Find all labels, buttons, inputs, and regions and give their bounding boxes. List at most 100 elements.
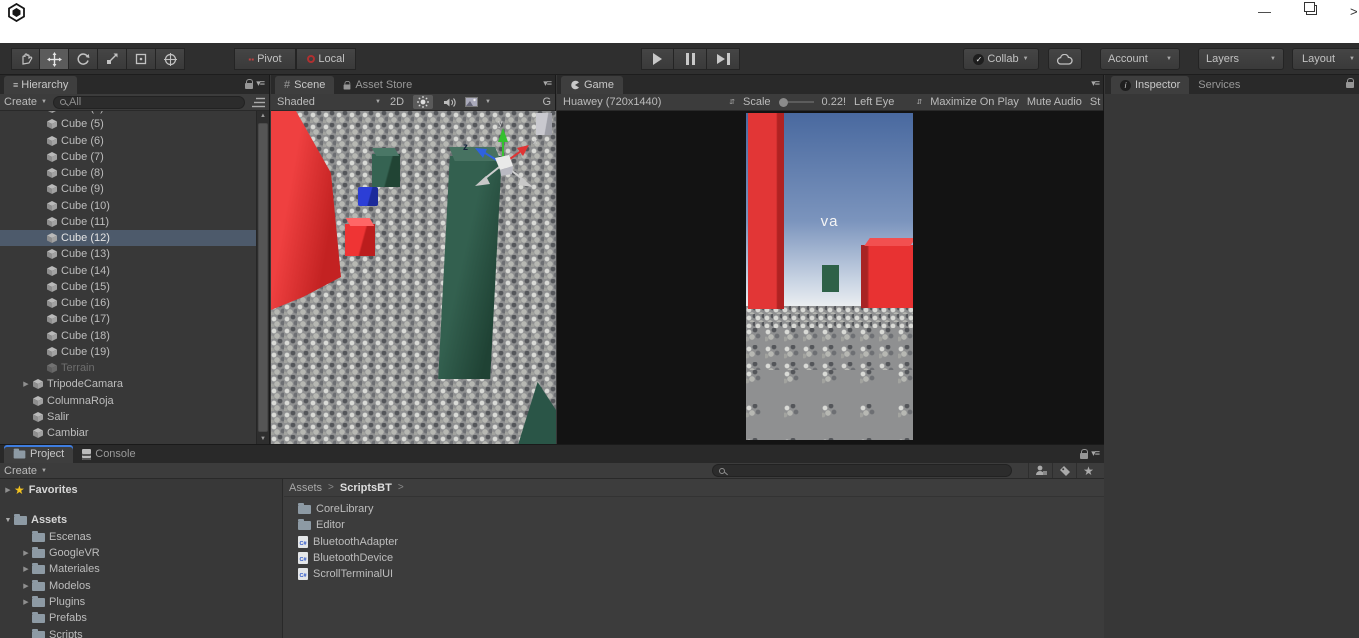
- transform-tool-button[interactable]: [156, 48, 185, 70]
- hierarchy-search-input[interactable]: All: [53, 96, 245, 109]
- eye-dropdown[interactable]: Left Eye⇵: [854, 96, 922, 108]
- hierarchy-item[interactable]: ▶ Cube (11): [0, 214, 256, 230]
- game-viewport[interactable]: va: [557, 111, 1104, 444]
- create-dropdown[interactable]: Create▼: [4, 465, 47, 477]
- mute-audio-toggle[interactable]: Mute Audio: [1027, 96, 1082, 108]
- gizmos-dropdown[interactable]: G: [542, 96, 551, 108]
- search-by-type-button[interactable]: [1028, 463, 1052, 478]
- tab-services[interactable]: Services: [1189, 76, 1249, 94]
- draw-mode-dropdown[interactable]: Shaded▼: [277, 96, 381, 108]
- tab-console[interactable]: Console: [73, 445, 144, 463]
- project-tree-item[interactable]: ▶ GoogleVR: [0, 545, 282, 561]
- maximize-on-play-toggle[interactable]: Maximize On Play: [930, 96, 1019, 108]
- lock-icon[interactable]: [1080, 453, 1088, 459]
- play-button[interactable]: [641, 48, 674, 70]
- hierarchy-scrollbar[interactable]: ▲ ▼: [256, 111, 269, 444]
- hierarchy-item[interactable]: ▶ Cube (15): [0, 279, 256, 295]
- slider-knob[interactable]: [779, 98, 788, 107]
- hierarchy-item[interactable]: ▶ Cube (10): [0, 198, 256, 214]
- hierarchy-item[interactable]: ▶ Cube (12): [0, 230, 256, 246]
- scene-viewport[interactable]: y x z: [271, 111, 556, 444]
- tab-inspector[interactable]: i Inspector: [1111, 76, 1189, 94]
- hand-tool-button[interactable]: [11, 48, 40, 70]
- hierarchy-item[interactable]: ▶ Salir: [0, 409, 256, 425]
- pivot-toggle-button[interactable]: ▪▪ Pivot: [234, 48, 296, 70]
- hierarchy-item[interactable]: ▶ Cube (19): [0, 344, 256, 360]
- project-file-item[interactable]: ScrollTerminalUI: [284, 566, 1104, 582]
- project-tree-item[interactable]: ▶ Prefabs: [0, 610, 282, 626]
- tab-asset-store[interactable]: Asset Store: [334, 76, 421, 94]
- scale-tool-button[interactable]: [98, 48, 127, 70]
- tab-hierarchy[interactable]: ≡ Hierarchy: [4, 76, 77, 94]
- account-dropdown[interactable]: Account▼: [1100, 48, 1180, 70]
- project-file-item[interactable]: BluetoothDevice: [284, 550, 1104, 566]
- hierarchy-item[interactable]: ▶ TripodeCamara: [0, 376, 256, 392]
- rotate-tool-button[interactable]: [69, 48, 98, 70]
- expand-arrow[interactable]: ▶: [20, 582, 32, 590]
- expand-arrow[interactable]: ▶: [2, 486, 14, 494]
- lock-icon[interactable]: [1346, 82, 1354, 88]
- hierarchy-item[interactable]: ▶ Cube (16): [0, 295, 256, 311]
- breadcrumb-root[interactable]: Assets: [289, 482, 322, 494]
- move-tool-button[interactable]: [40, 48, 69, 70]
- project-file-item[interactable]: CoreLibrary: [284, 501, 1104, 517]
- scroll-up-icon[interactable]: ▲: [257, 113, 269, 119]
- layers-dropdown[interactable]: Layers▼: [1198, 48, 1284, 70]
- lighting-toggle[interactable]: [413, 95, 433, 109]
- audio-toggle[interactable]: [439, 95, 459, 109]
- hierarchy-item[interactable]: ▶ Cube (6): [0, 133, 256, 149]
- lock-icon[interactable]: [245, 83, 253, 89]
- move-gizmo[interactable]: y x z: [455, 114, 547, 202]
- stats-toggle[interactable]: St: [1090, 96, 1100, 108]
- hierarchy-item[interactable]: ▶ Cube (9): [0, 181, 256, 197]
- 2d-toggle[interactable]: 2D: [387, 95, 407, 109]
- hierarchy-item[interactable]: ▶ Cube (18): [0, 328, 256, 344]
- create-dropdown[interactable]: Create▼: [4, 96, 47, 108]
- expand-arrow[interactable]: ▶: [20, 549, 32, 557]
- hierarchy-item[interactable]: ▶ ColumnaRoja: [0, 393, 256, 409]
- pause-button[interactable]: [674, 48, 707, 70]
- project-tree-item[interactable]: ▶ Materiales: [0, 561, 282, 577]
- expand-arrow[interactable]: ▶: [20, 598, 32, 606]
- scroll-down-icon[interactable]: ▼: [257, 436, 269, 442]
- assets-root[interactable]: ▼ Assets: [0, 512, 282, 528]
- step-button[interactable]: [707, 48, 740, 70]
- hierarchy-item[interactable]: ▶ Cube (5): [0, 116, 256, 132]
- x-axis-arrow[interactable]: [517, 145, 529, 156]
- project-tree-item[interactable]: ▶ Scripts: [0, 626, 282, 638]
- panel-menu-icon[interactable]: ▾≡: [543, 78, 551, 89]
- resolution-dropdown[interactable]: Huawey (720x1440)⇵: [563, 96, 735, 108]
- panel-menu-icon[interactable]: ▾≡: [1091, 78, 1099, 89]
- favorites-root[interactable]: ▶ ★ Favorites: [0, 482, 282, 498]
- collab-dropdown[interactable]: ✓ Collab▼: [963, 48, 1039, 70]
- local-toggle-button[interactable]: Local: [296, 48, 356, 70]
- effects-dropdown[interactable]: ▼: [465, 95, 491, 109]
- y-axis-arrow[interactable]: [498, 128, 508, 142]
- cloud-button[interactable]: [1048, 48, 1082, 70]
- tab-game[interactable]: Game: [561, 76, 623, 94]
- hierarchy-item[interactable]: ▶ Cube (13): [0, 246, 256, 262]
- panel-menu-icon[interactable]: ▾≡: [256, 78, 264, 89]
- project-file-item[interactable]: Editor: [284, 517, 1104, 533]
- project-file-item[interactable]: BluetoothAdapter: [284, 534, 1104, 550]
- filter-icon[interactable]: [251, 97, 265, 108]
- z-axis-arrow[interactable]: [475, 148, 487, 158]
- project-search-input[interactable]: [712, 464, 1012, 477]
- project-tree-item[interactable]: ▶ Escenas: [0, 529, 282, 545]
- breadcrumb-current[interactable]: ScriptsBT: [340, 482, 392, 494]
- minimize-button[interactable]: —: [1258, 4, 1271, 19]
- scrollbar-thumb[interactable]: [258, 123, 268, 432]
- hierarchy-item[interactable]: ▶ Terrain: [0, 360, 256, 376]
- close-button[interactable]: >: [1350, 4, 1358, 19]
- project-tree-item[interactable]: ▶ Plugins: [0, 594, 282, 610]
- rect-tool-button[interactable]: [127, 48, 156, 70]
- favorites-filter-button[interactable]: ★: [1076, 463, 1100, 478]
- panel-menu-icon[interactable]: ▾≡: [1091, 448, 1099, 459]
- search-by-label-button[interactable]: [1052, 463, 1076, 478]
- hierarchy-item[interactable]: ▶ Cambiar: [0, 425, 256, 441]
- expand-arrow[interactable]: ▶: [20, 565, 32, 573]
- hierarchy-item[interactable]: ▶ Cube (7): [0, 149, 256, 165]
- expand-arrow[interactable]: ▶: [20, 380, 32, 388]
- hierarchy-item[interactable]: ▶ Cube (14): [0, 263, 256, 279]
- tab-project[interactable]: Project: [4, 445, 73, 463]
